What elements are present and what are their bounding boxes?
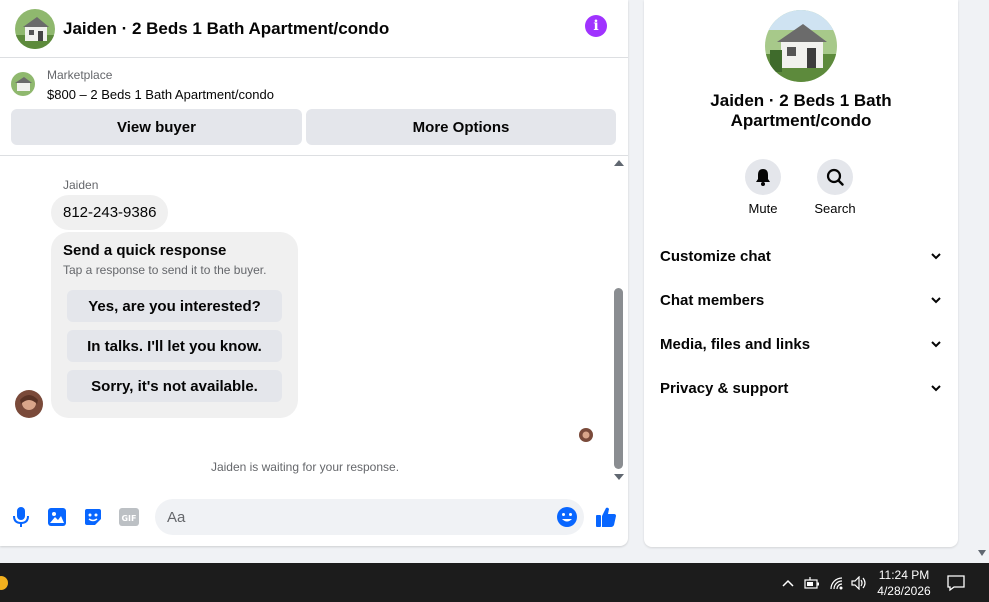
waiting-status: Jaiden is waiting for your response. xyxy=(210,460,400,474)
view-buyer-button[interactable]: View buyer xyxy=(11,109,302,145)
quick-response-option[interactable]: Sorry, it's not available. xyxy=(67,370,282,402)
svg-text:GIF: GIF xyxy=(121,514,136,523)
bell-icon xyxy=(745,159,781,195)
scroll-down-arrow[interactable] xyxy=(614,474,624,480)
message-bubble[interactable]: 812-243-9386 xyxy=(51,195,169,230)
taskbar: 11:24 PM 4/28/2026 xyxy=(0,563,989,602)
battery-icon[interactable] xyxy=(803,575,821,591)
scrollbar-thumb[interactable] xyxy=(614,288,623,469)
conversation-title: Jaiden · 2 Beds 1 Bath Apartment/condo xyxy=(710,91,892,130)
chevron-down-icon xyxy=(930,250,942,262)
wifi-icon[interactable] xyxy=(828,575,846,591)
chevron-down-icon xyxy=(930,294,942,306)
search-button[interactable]: Search xyxy=(805,159,865,216)
conversation-info-panel: Jaiden · 2 Beds 1 Bath Apartment/condo M… xyxy=(644,0,958,547)
chevron-down-icon xyxy=(930,382,942,394)
search-icon xyxy=(817,159,853,195)
sender-name: Jaiden xyxy=(63,178,99,192)
quick-response-option[interactable]: In talks. I'll let you know. xyxy=(67,330,282,362)
header-divider xyxy=(0,155,628,156)
section-chat-members[interactable]: Chat members xyxy=(660,288,942,312)
info-icon[interactable]: i xyxy=(585,15,607,37)
page-scroll-down-arrow[interactable] xyxy=(978,550,986,556)
section-customize-chat[interactable]: Customize chat xyxy=(660,244,942,268)
search-label: Search xyxy=(814,201,856,216)
listing-summary[interactable]: Marketplace $800 – 2 Beds 1 Bath Apartme… xyxy=(11,68,274,105)
listing-thumbnail xyxy=(11,72,35,96)
message-composer xyxy=(155,499,584,535)
section-label: Chat members xyxy=(660,291,765,309)
microphone-icon[interactable] xyxy=(10,506,32,528)
seen-receipt-avatar xyxy=(579,428,593,442)
section-label: Customize chat xyxy=(660,247,771,265)
photo-icon[interactable] xyxy=(46,506,68,528)
quick-response-title: Send a quick response xyxy=(63,242,227,259)
chat-panel: Jaiden · 2 Beds 1 Bath Apartment/condo i… xyxy=(0,0,628,546)
section-label: Privacy & support xyxy=(660,379,789,397)
quick-response-subtitle: Tap a response to send it to the buyer. xyxy=(63,263,267,277)
volume-icon[interactable] xyxy=(851,575,869,591)
section-label: Media, files and links xyxy=(660,335,811,353)
mute-button[interactable]: Mute xyxy=(733,159,793,216)
listing-source: Marketplace xyxy=(47,68,113,82)
clock-time: 11:24 PM xyxy=(878,568,930,582)
sender-avatar[interactable] xyxy=(15,390,43,418)
thumbs-up-icon[interactable] xyxy=(594,505,618,529)
scroll-up-arrow[interactable] xyxy=(614,160,624,166)
clock-date: 4/28/2026 xyxy=(877,584,931,598)
section-privacy-support[interactable]: Privacy & support xyxy=(660,376,942,400)
message-input[interactable] xyxy=(167,499,547,535)
conversation-avatar[interactable] xyxy=(765,10,837,82)
chat-title: Jaiden · 2 Beds 1 Bath Apartment/condo xyxy=(63,18,390,38)
chevron-down-icon xyxy=(930,338,942,350)
system-clock[interactable]: 11:24 PM 4/28/2026 xyxy=(874,567,934,599)
chevron-up-icon[interactable] xyxy=(779,575,797,591)
section-media-files-links[interactable]: Media, files and links xyxy=(660,332,942,356)
mute-label: Mute xyxy=(748,201,778,216)
quick-response-card: Send a quick response Tap a response to … xyxy=(51,232,298,418)
sticker-icon[interactable] xyxy=(82,506,104,528)
pinned-app-icon[interactable] xyxy=(0,576,8,590)
listing-price-title: $800 – 2 Beds 1 Bath Apartment/condo xyxy=(47,87,274,102)
chat-header: Jaiden · 2 Beds 1 Bath Apartment/condo i xyxy=(0,0,628,58)
emoji-icon[interactable] xyxy=(556,506,578,528)
quick-response-option[interactable]: Yes, are you interested? xyxy=(67,290,282,322)
more-options-button[interactable]: More Options xyxy=(306,109,616,145)
gif-icon[interactable]: GIF xyxy=(118,506,140,528)
notification-icon[interactable] xyxy=(946,574,966,592)
listing-avatar[interactable] xyxy=(15,8,55,49)
listing-actions: View buyer More Options xyxy=(11,109,616,145)
